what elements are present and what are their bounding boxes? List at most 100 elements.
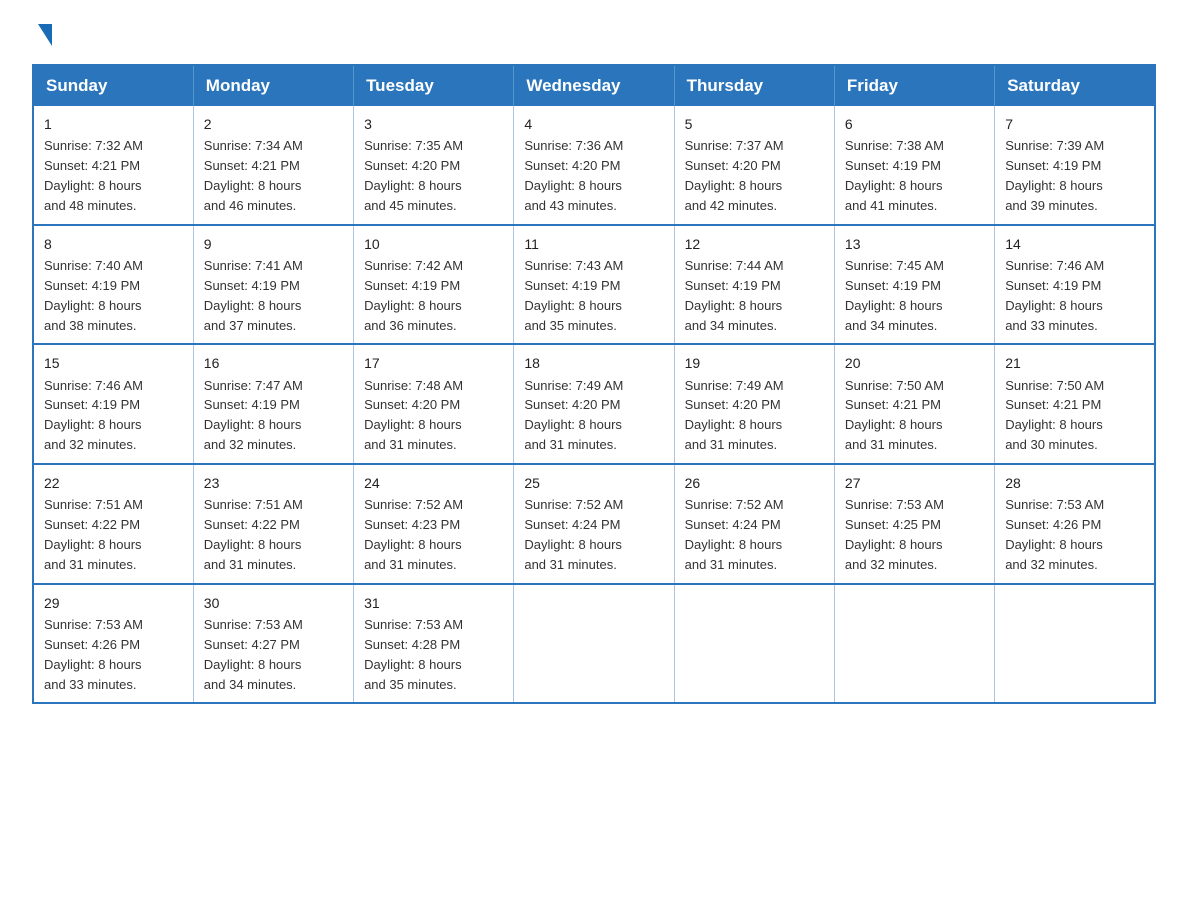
day-info: Sunrise: 7:34 AMSunset: 4:21 PMDaylight:…	[204, 138, 303, 213]
day-info: Sunrise: 7:52 AMSunset: 4:23 PMDaylight:…	[364, 497, 463, 572]
column-header-saturday: Saturday	[995, 65, 1155, 106]
day-info: Sunrise: 7:37 AMSunset: 4:20 PMDaylight:…	[685, 138, 784, 213]
day-cell: 4 Sunrise: 7:36 AMSunset: 4:20 PMDayligh…	[514, 106, 674, 225]
logo-triangle-icon	[38, 24, 52, 46]
day-number: 17	[364, 353, 503, 373]
day-info: Sunrise: 7:49 AMSunset: 4:20 PMDaylight:…	[685, 378, 784, 453]
day-number: 11	[524, 234, 663, 254]
day-info: Sunrise: 7:47 AMSunset: 4:19 PMDaylight:…	[204, 378, 303, 453]
day-info: Sunrise: 7:45 AMSunset: 4:19 PMDaylight:…	[845, 258, 944, 333]
day-number: 25	[524, 473, 663, 493]
day-info: Sunrise: 7:36 AMSunset: 4:20 PMDaylight:…	[524, 138, 623, 213]
day-number: 20	[845, 353, 984, 373]
day-number: 22	[44, 473, 183, 493]
day-cell: 8 Sunrise: 7:40 AMSunset: 4:19 PMDayligh…	[33, 225, 193, 345]
day-number: 6	[845, 114, 984, 134]
day-info: Sunrise: 7:43 AMSunset: 4:19 PMDaylight:…	[524, 258, 623, 333]
day-cell: 5 Sunrise: 7:37 AMSunset: 4:20 PMDayligh…	[674, 106, 834, 225]
day-cell: 23 Sunrise: 7:51 AMSunset: 4:22 PMDaylig…	[193, 464, 353, 584]
day-cell	[834, 584, 994, 704]
day-number: 18	[524, 353, 663, 373]
day-cell: 18 Sunrise: 7:49 AMSunset: 4:20 PMDaylig…	[514, 344, 674, 464]
day-cell: 27 Sunrise: 7:53 AMSunset: 4:25 PMDaylig…	[834, 464, 994, 584]
week-row-3: 15 Sunrise: 7:46 AMSunset: 4:19 PMDaylig…	[33, 344, 1155, 464]
day-number: 21	[1005, 353, 1144, 373]
day-cell: 14 Sunrise: 7:46 AMSunset: 4:19 PMDaylig…	[995, 225, 1155, 345]
day-number: 10	[364, 234, 503, 254]
day-info: Sunrise: 7:51 AMSunset: 4:22 PMDaylight:…	[44, 497, 143, 572]
day-info: Sunrise: 7:53 AMSunset: 4:25 PMDaylight:…	[845, 497, 944, 572]
day-cell: 10 Sunrise: 7:42 AMSunset: 4:19 PMDaylig…	[354, 225, 514, 345]
week-row-4: 22 Sunrise: 7:51 AMSunset: 4:22 PMDaylig…	[33, 464, 1155, 584]
day-info: Sunrise: 7:46 AMSunset: 4:19 PMDaylight:…	[44, 378, 143, 453]
day-number: 24	[364, 473, 503, 493]
day-cell: 24 Sunrise: 7:52 AMSunset: 4:23 PMDaylig…	[354, 464, 514, 584]
day-number: 27	[845, 473, 984, 493]
page-header	[32, 24, 1156, 48]
day-number: 5	[685, 114, 824, 134]
calendar-table: SundayMondayTuesdayWednesdayThursdayFrid…	[32, 64, 1156, 704]
day-info: Sunrise: 7:35 AMSunset: 4:20 PMDaylight:…	[364, 138, 463, 213]
day-info: Sunrise: 7:44 AMSunset: 4:19 PMDaylight:…	[685, 258, 784, 333]
day-info: Sunrise: 7:51 AMSunset: 4:22 PMDaylight:…	[204, 497, 303, 572]
column-header-friday: Friday	[834, 65, 994, 106]
day-cell: 6 Sunrise: 7:38 AMSunset: 4:19 PMDayligh…	[834, 106, 994, 225]
day-info: Sunrise: 7:53 AMSunset: 4:26 PMDaylight:…	[1005, 497, 1104, 572]
day-number: 13	[845, 234, 984, 254]
day-number: 8	[44, 234, 183, 254]
logo	[32, 24, 52, 48]
day-number: 19	[685, 353, 824, 373]
day-number: 16	[204, 353, 343, 373]
day-cell	[674, 584, 834, 704]
day-cell: 7 Sunrise: 7:39 AMSunset: 4:19 PMDayligh…	[995, 106, 1155, 225]
day-number: 4	[524, 114, 663, 134]
day-info: Sunrise: 7:50 AMSunset: 4:21 PMDaylight:…	[845, 378, 944, 453]
day-cell: 30 Sunrise: 7:53 AMSunset: 4:27 PMDaylig…	[193, 584, 353, 704]
day-cell: 19 Sunrise: 7:49 AMSunset: 4:20 PMDaylig…	[674, 344, 834, 464]
day-cell: 9 Sunrise: 7:41 AMSunset: 4:19 PMDayligh…	[193, 225, 353, 345]
week-row-2: 8 Sunrise: 7:40 AMSunset: 4:19 PMDayligh…	[33, 225, 1155, 345]
day-number: 14	[1005, 234, 1144, 254]
day-cell	[995, 584, 1155, 704]
day-number: 3	[364, 114, 503, 134]
day-info: Sunrise: 7:52 AMSunset: 4:24 PMDaylight:…	[685, 497, 784, 572]
day-info: Sunrise: 7:53 AMSunset: 4:27 PMDaylight:…	[204, 617, 303, 692]
day-cell: 1 Sunrise: 7:32 AMSunset: 4:21 PMDayligh…	[33, 106, 193, 225]
day-info: Sunrise: 7:38 AMSunset: 4:19 PMDaylight:…	[845, 138, 944, 213]
column-header-thursday: Thursday	[674, 65, 834, 106]
day-info: Sunrise: 7:53 AMSunset: 4:26 PMDaylight:…	[44, 617, 143, 692]
day-number: 15	[44, 353, 183, 373]
day-info: Sunrise: 7:53 AMSunset: 4:28 PMDaylight:…	[364, 617, 463, 692]
day-info: Sunrise: 7:39 AMSunset: 4:19 PMDaylight:…	[1005, 138, 1104, 213]
day-number: 7	[1005, 114, 1144, 134]
day-cell: 25 Sunrise: 7:52 AMSunset: 4:24 PMDaylig…	[514, 464, 674, 584]
day-cell: 29 Sunrise: 7:53 AMSunset: 4:26 PMDaylig…	[33, 584, 193, 704]
day-info: Sunrise: 7:41 AMSunset: 4:19 PMDaylight:…	[204, 258, 303, 333]
week-row-5: 29 Sunrise: 7:53 AMSunset: 4:26 PMDaylig…	[33, 584, 1155, 704]
day-info: Sunrise: 7:50 AMSunset: 4:21 PMDaylight:…	[1005, 378, 1104, 453]
calendar-header-row: SundayMondayTuesdayWednesdayThursdayFrid…	[33, 65, 1155, 106]
day-cell: 28 Sunrise: 7:53 AMSunset: 4:26 PMDaylig…	[995, 464, 1155, 584]
day-cell: 17 Sunrise: 7:48 AMSunset: 4:20 PMDaylig…	[354, 344, 514, 464]
day-info: Sunrise: 7:40 AMSunset: 4:19 PMDaylight:…	[44, 258, 143, 333]
week-row-1: 1 Sunrise: 7:32 AMSunset: 4:21 PMDayligh…	[33, 106, 1155, 225]
day-cell: 12 Sunrise: 7:44 AMSunset: 4:19 PMDaylig…	[674, 225, 834, 345]
day-cell: 13 Sunrise: 7:45 AMSunset: 4:19 PMDaylig…	[834, 225, 994, 345]
column-header-sunday: Sunday	[33, 65, 193, 106]
column-header-tuesday: Tuesday	[354, 65, 514, 106]
day-info: Sunrise: 7:46 AMSunset: 4:19 PMDaylight:…	[1005, 258, 1104, 333]
day-info: Sunrise: 7:42 AMSunset: 4:19 PMDaylight:…	[364, 258, 463, 333]
day-cell: 3 Sunrise: 7:35 AMSunset: 4:20 PMDayligh…	[354, 106, 514, 225]
day-cell: 11 Sunrise: 7:43 AMSunset: 4:19 PMDaylig…	[514, 225, 674, 345]
day-info: Sunrise: 7:52 AMSunset: 4:24 PMDaylight:…	[524, 497, 623, 572]
day-info: Sunrise: 7:49 AMSunset: 4:20 PMDaylight:…	[524, 378, 623, 453]
day-info: Sunrise: 7:32 AMSunset: 4:21 PMDaylight:…	[44, 138, 143, 213]
day-number: 29	[44, 593, 183, 613]
day-cell: 20 Sunrise: 7:50 AMSunset: 4:21 PMDaylig…	[834, 344, 994, 464]
day-number: 1	[44, 114, 183, 134]
day-cell: 2 Sunrise: 7:34 AMSunset: 4:21 PMDayligh…	[193, 106, 353, 225]
logo-blue-row	[32, 24, 52, 48]
day-number: 30	[204, 593, 343, 613]
column-header-wednesday: Wednesday	[514, 65, 674, 106]
day-cell: 16 Sunrise: 7:47 AMSunset: 4:19 PMDaylig…	[193, 344, 353, 464]
